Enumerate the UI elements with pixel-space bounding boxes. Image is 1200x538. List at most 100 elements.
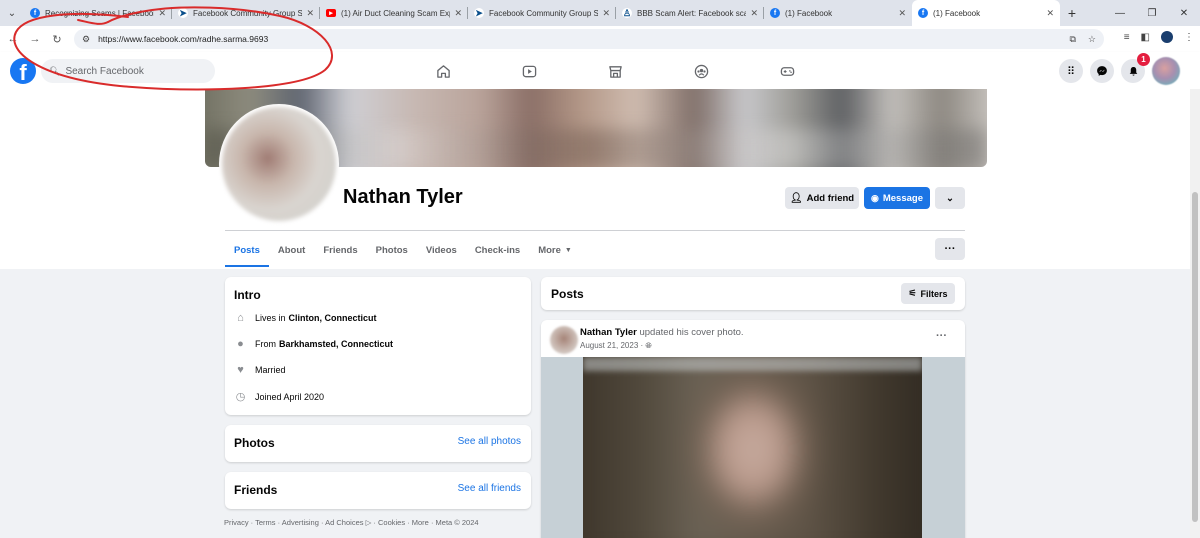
bbb-icon: ➤	[178, 7, 188, 18]
open-in-app-icon[interactable]: ⧉	[1069, 34, 1075, 45]
restore-icon[interactable]: ❐	[1136, 0, 1168, 26]
filters-button[interactable]: ⚟ Filters	[901, 283, 955, 304]
close-icon[interactable]: ✕	[898, 8, 906, 19]
footer-links[interactable]: Privacy · Terms · Advertising · Ad Choic…	[224, 518, 479, 527]
video-icon[interactable]	[486, 58, 572, 84]
notifications-bell-icon[interactable]: 1	[1121, 53, 1150, 83]
intro-relationship: ♥ Married	[234, 364, 286, 376]
browser-tab[interactable]: ➤ Facebook Community Group Sc ✕	[468, 0, 616, 26]
from-place[interactable]: Barkhamsted, Connecticut	[279, 339, 393, 349]
tab-posts[interactable]: Posts	[225, 234, 269, 267]
reload-icon[interactable]: ↻	[46, 33, 68, 46]
photos-title: Photos	[234, 436, 275, 450]
browser-tab-active[interactable]: f (1) Facebook ✕	[912, 0, 1060, 26]
search-input[interactable]: 🔍︎ Search Facebook	[41, 59, 215, 83]
close-icon[interactable]: ✕	[1046, 8, 1054, 19]
post-options-icon[interactable]: ···	[936, 330, 947, 342]
reading-list-icon[interactable]: ≡	[1124, 32, 1130, 43]
post-author-avatar[interactable]	[550, 326, 578, 354]
tab-check-ins[interactable]: Check-ins	[466, 234, 529, 267]
browser-tab[interactable]: ♙ BBB Scam Alert: Facebook scam ✕	[616, 0, 764, 26]
facebook-logo-icon[interactable]: f	[10, 58, 36, 84]
tab-videos[interactable]: Videos	[417, 234, 466, 267]
intro-from: ● From Barkhamsted, Connecticut	[234, 338, 393, 350]
browser-tab[interactable]: f Recognizing Scams | Facebook ✕	[24, 0, 172, 26]
forward-icon[interactable]: →	[24, 33, 46, 45]
browser-actions: ≡ ◧ ⋮	[1124, 31, 1194, 43]
back-icon[interactable]: ←	[2, 33, 24, 45]
relationship-status: Married	[255, 365, 286, 375]
post-image-top-band	[583, 357, 922, 371]
see-all-photos-link[interactable]: See all photos	[458, 436, 521, 447]
caret-down-icon: ▼	[564, 247, 572, 254]
profile-name: Nathan Tyler	[343, 186, 463, 208]
close-icon[interactable]: ✕	[602, 8, 610, 19]
browser-menu-icon[interactable]: ⋮	[1184, 32, 1194, 43]
tab-title: Facebook Community Group Sc	[489, 8, 599, 18]
home-icon: ⌂	[237, 312, 244, 324]
see-all-friends-link[interactable]: See all friends	[458, 483, 521, 494]
add-friend-button[interactable]: 👤︎ Add friend	[785, 187, 859, 209]
profile-picture[interactable]	[219, 104, 339, 224]
bbb-person-icon: ♙	[622, 7, 632, 18]
tab-title: (1) Air Duct Cleaning Scam Exp	[341, 8, 451, 18]
gaming-icon[interactable]	[744, 58, 830, 84]
from-prefix: From	[255, 339, 276, 349]
account-avatar[interactable]	[1152, 57, 1180, 85]
youtube-icon: ▸	[326, 9, 336, 17]
post-image[interactable]	[541, 357, 965, 538]
close-window-icon[interactable]: ✕	[1168, 0, 1200, 26]
chevron-down-icon: ⌄	[946, 192, 954, 204]
profile-tabs: Posts About Friends Photos Videos Check-…	[225, 234, 581, 267]
divider	[225, 230, 965, 231]
bookmark-star-icon[interactable]: ☆	[1088, 34, 1096, 45]
tab-photos[interactable]: Photos	[367, 234, 417, 267]
header-actions: ⠿ 1	[1059, 53, 1180, 85]
close-icon[interactable]: ✕	[750, 8, 758, 19]
tab-title: (1) Facebook	[933, 8, 981, 18]
site-info-icon[interactable]: ⚙	[82, 34, 90, 45]
photos-card: Photos See all photos	[225, 425, 531, 462]
groups-icon[interactable]	[658, 58, 744, 84]
tab-more[interactable]: More ▼	[529, 234, 581, 267]
browser-profile-icon[interactable]	[1161, 31, 1173, 43]
facebook-icon: f	[770, 8, 780, 18]
main-nav	[400, 58, 830, 84]
globe-icon: 🌐︎	[645, 341, 652, 350]
browser-tab[interactable]: ➤ Facebook Community Group Sc ✕	[172, 0, 320, 26]
post-author[interactable]: Nathan Tyler	[580, 327, 637, 338]
intro-card: Intro ⌂ Lives in Clinton, Connecticut ● …	[225, 277, 531, 415]
bbb-icon: ➤	[474, 7, 484, 18]
messenger-icon[interactable]	[1090, 59, 1114, 83]
search-icon: 🔍︎	[49, 65, 61, 76]
scrollbar-thumb[interactable]	[1192, 192, 1198, 522]
clock-icon: ◷	[235, 391, 246, 403]
minimize-icon[interactable]: —	[1104, 0, 1136, 26]
address-bar[interactable]: ⚙ https://www.facebook.com/radhe.sarma.9…	[74, 29, 1104, 49]
browser-tab[interactable]: f (1) Facebook ✕	[764, 0, 912, 26]
close-icon[interactable]: ✕	[454, 8, 462, 19]
home-icon[interactable]	[400, 58, 486, 84]
marketplace-icon[interactable]	[572, 58, 658, 84]
profile-more-options-button[interactable]: ···	[935, 238, 965, 260]
facebook-icon: f	[918, 8, 928, 18]
profile-options-button[interactable]: ⌄	[935, 187, 965, 209]
close-icon[interactable]: ✕	[306, 8, 314, 19]
filters-icon: ⚟	[908, 288, 917, 298]
browser-tab[interactable]: ▸ (1) Air Duct Cleaning Scam Exp ✕	[320, 0, 468, 26]
menu-grid-icon[interactable]: ⠿	[1059, 59, 1083, 83]
add-friend-label: Add friend	[806, 192, 855, 204]
tab-about[interactable]: About	[269, 234, 314, 267]
tab-title: Recognizing Scams | Facebook	[45, 8, 155, 18]
message-label: Message	[882, 192, 923, 204]
message-button[interactable]: ◉ Message	[864, 187, 930, 209]
tab-search-chevron-icon[interactable]: ⌄	[0, 0, 24, 26]
tab-friends[interactable]: Friends	[314, 234, 366, 267]
intro-lives-in: ⌂ Lives in Clinton, Connecticut	[234, 312, 377, 324]
lives-place[interactable]: Clinton, Connecticut	[289, 313, 377, 323]
post-date[interactable]: August 21, 2023 ·	[580, 341, 643, 350]
side-panel-icon[interactable]: ◧	[1141, 32, 1150, 43]
close-icon[interactable]: ✕	[158, 8, 166, 19]
page-scrollbar[interactable]	[1190, 89, 1200, 538]
new-tab-icon[interactable]: +	[1060, 0, 1084, 26]
